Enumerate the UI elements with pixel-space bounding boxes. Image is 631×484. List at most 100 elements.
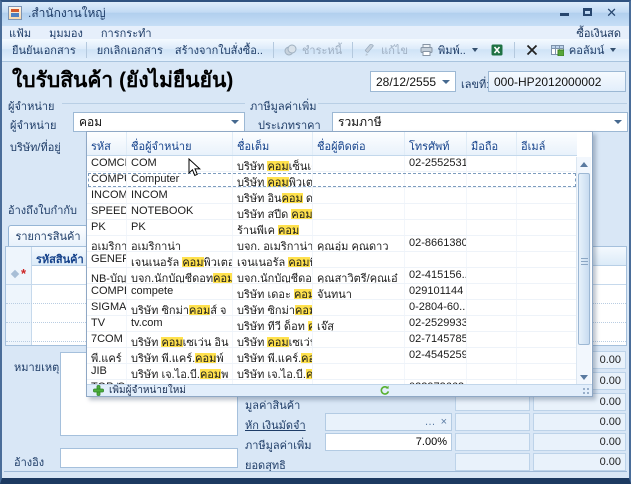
form-area: ใบรับสินค้า (ยังไม่ยืนยัน) 28/12/2555 เล…: [0, 62, 631, 478]
add-vendor-label: เพิ่มผู้จำหน่ายใหม่: [109, 383, 186, 397]
vendor-cell: บริษัท พี.แคร์.คอมพ์: [127, 348, 233, 363]
vendor-cell: บริษัท ซิกม่าคอมส์ จ: [127, 300, 233, 315]
vendor-row-SPEED[interactable]: SPEEDNOTEBOOKบริษัท สปีด คอมพ...: [87, 204, 577, 220]
toolbar-separator: [273, 42, 274, 58]
toolbar-button-พิมพ์..[interactable]: พิมพ์..: [414, 39, 484, 61]
toolbar-button-สร้างจากใบสั่งซื้อ..[interactable]: สร้างจากใบสั่งซื้อ..: [169, 39, 269, 61]
vendor-row-SIGMA[interactable]: SIGMAบริษัท ซิกม่าคอมส์ จบริษัท ซิกม่าคอ…: [87, 300, 577, 316]
vendor-row-INCOM[interactable]: INCOMINCOMบริษัท อินคอม ดอ...: [87, 188, 577, 204]
vendor-row-พี.แคร์[interactable]: พี.แคร์บริษัท พี.แคร์.คอมพ์บริษัท พี.แคร…: [87, 348, 577, 364]
vendor-column-header-4[interactable]: โทรศัพท์: [405, 132, 467, 155]
total-value-4: 0.00: [533, 433, 626, 451]
vendor-cell: บริษัท เดอะ คอมพ...: [233, 284, 313, 299]
vendor-row-7COM[interactable]: 7COMบริษัท คอมเซเว่น อินบริษัท คอมเซเว่น…: [87, 332, 577, 348]
date-combobox[interactable]: 28/12/2555: [370, 71, 456, 92]
deposit-input[interactable]: … ×: [325, 413, 452, 431]
vendor-combobox[interactable]: คอม: [73, 112, 245, 132]
vendor-row-NB-บัญชี[interactable]: NB-บัญชีบจก.นักบัญชีดอทคอม(2บจก.นักบัญชี…: [87, 268, 577, 284]
vendor-list-scrollbar[interactable]: [576, 157, 591, 385]
vendor-cell: [467, 268, 517, 283]
price-type-combobox[interactable]: รวมภาษี: [332, 112, 628, 132]
plus-icon: [91, 384, 105, 398]
vendor-cell: [517, 252, 577, 267]
reference-input[interactable]: [60, 448, 238, 468]
vendor-cell: 02-8661380: [405, 236, 467, 251]
new-row-asterisk: *: [21, 270, 26, 278]
refresh-icon[interactable]: [377, 384, 391, 398]
total-mid-box-5: [455, 453, 530, 471]
vendor-cell: บริษัท ซิกม่าคอมส์...: [233, 300, 313, 315]
scroll-down-icon[interactable]: [580, 375, 588, 380]
vendor-cell: [467, 252, 517, 267]
vendor-column-header-6[interactable]: อีเมล์: [517, 132, 577, 155]
vendor-cell: บจก.นักบัญชีดอทคอม(2: [127, 268, 233, 283]
vendor-cell: [313, 300, 405, 315]
resize-grip[interactable]: [583, 388, 591, 396]
chevron-down-icon: [614, 120, 622, 124]
delete-x-icon: [525, 43, 539, 57]
total-label-3[interactable]: หัก เงินมัดจำ: [245, 416, 306, 434]
vendor-column-header-1[interactable]: ชื่อผู้จำหน่าย: [127, 132, 233, 155]
scrollbar-thumb[interactable]: [578, 173, 590, 345]
toolbar-button-แก้ไข: แก้ไข: [357, 39, 414, 61]
close-icon[interactable]: ✕: [606, 8, 617, 18]
vendor-column-header-3[interactable]: ชื่อผู้ติดต่อ: [313, 132, 405, 155]
vendor-cell: [517, 172, 577, 187]
browse-button[interactable]: …: [425, 416, 437, 428]
add-vendor-button[interactable]: เพิ่มผู้จำหน่ายใหม่: [87, 384, 592, 396]
vendor-column-header-2[interactable]: ชื่อเต็ม: [233, 132, 313, 155]
vendor-cell: [405, 188, 467, 203]
chevron-down-icon: [610, 48, 616, 52]
vendor-cell: [313, 332, 405, 347]
vendor-cell: พี.แคร์: [87, 348, 127, 363]
vendor-cell: ร้านพีเค คอม: [233, 220, 313, 235]
vat-rate-input[interactable]: 7.00%: [325, 433, 452, 451]
vendor-row-COMCE...[interactable]: COMCE...COMบริษัท คอมเซ็นเต...02-2552531: [87, 156, 577, 172]
toolbar-button-ยกเลิกเอกสาร[interactable]: ยกเลิกเอกสาร: [91, 39, 169, 61]
vendor-cell: [467, 300, 517, 315]
vendor-cell: COM: [127, 156, 233, 171]
clear-icon[interactable]: ×: [437, 416, 451, 428]
vendor-cell: อเมริกาน่า: [127, 236, 233, 251]
vendor-cell: [467, 316, 517, 331]
toolbar-button-label: พิมพ์..: [438, 41, 466, 59]
vendor-row-PK[interactable]: PKPKร้านพีเค คอม: [87, 220, 577, 236]
vendor-cell: [405, 220, 467, 235]
vendor-cell: SPEED: [87, 204, 127, 219]
vendor-column-header-0[interactable]: รหัส: [87, 132, 127, 155]
vendor-row-อเมริกาน่า[interactable]: อเมริกาน่าอเมริกาน่าบจก. อเมริกาน่า ...ค…: [87, 236, 577, 252]
toolbar-button-label: ยืนยันเอกสาร: [12, 41, 76, 59]
vendor-row-COMPU...[interactable]: COMPU...Computerบริษัท คอมพิวเตอร์...: [87, 172, 577, 188]
columns-icon: [551, 43, 565, 57]
toolbar-separator: [86, 42, 87, 58]
toolbar-button-คอลัมน์[interactable]: คอลัมน์: [545, 39, 622, 61]
excel-icon: [490, 43, 504, 57]
vendor-group-label: ผู้จำหน่าย: [8, 97, 54, 115]
toolbar-button-ยืนยันเอกสาร[interactable]: ยืนยันเอกสาร: [6, 39, 82, 61]
vendor-group-line: [62, 103, 245, 104]
vendor-column-header-5[interactable]: มือถือ: [467, 132, 517, 155]
toolbar-button-delete-x-icon[interactable]: [519, 41, 545, 59]
vendor-cell: บริษัท พี.แคร์.คอม...: [233, 348, 313, 363]
vendor-row-TV[interactable]: TVtv.comบริษัท ทีวี ด็อท คอมเจ๊สุ02-2529…: [87, 316, 577, 332]
maximize-icon[interactable]: [583, 8, 592, 18]
vendor-cell: เจนเนอรัล คอมพิวเ...: [233, 252, 313, 267]
minimize-icon[interactable]: [560, 8, 569, 18]
scroll-up-icon[interactable]: [580, 162, 588, 167]
toolbar-button-label: แก้ไข: [381, 41, 408, 59]
vendor-cell: 02-2529933: [405, 316, 467, 331]
payment-icon: [284, 43, 298, 57]
vendor-row-COMPETE[interactable]: COMPETEcompeteบริษัท เดอะ คอมพ...จันทนา0…: [87, 284, 577, 300]
toolbar-separator: [352, 42, 353, 58]
toolbar-button-excel-icon[interactable]: [484, 41, 510, 59]
vendor-row-JIB[interactable]: JIBบริษัท เจ.ไอ.บี.คอมพบริษัท เจ.ไอ.บี.ค…: [87, 364, 577, 380]
vendor-cell: บริษัท คอมเซ็นเต...: [233, 156, 313, 171]
tab-item-list[interactable]: รายการสินค้า: [8, 225, 88, 246]
vendor-dropdown-popup: รหัสชื่อผู้จำหน่ายชื่อเต็มชื่อผู้ติดต่อโ…: [86, 131, 593, 397]
vendor-row-GENER...[interactable]: GENER...เจนเนอรัล คอมพิวเตอรเจนเนอรัล คอ…: [87, 252, 577, 268]
vendor-cell: PK: [87, 220, 127, 235]
vendor-cell: [313, 348, 405, 363]
total-mid-box-3: [455, 413, 530, 431]
vendor-cell: 02-2552531: [405, 156, 467, 171]
vendor-cell: บริษัท สปีด คอมพ...: [233, 204, 313, 219]
